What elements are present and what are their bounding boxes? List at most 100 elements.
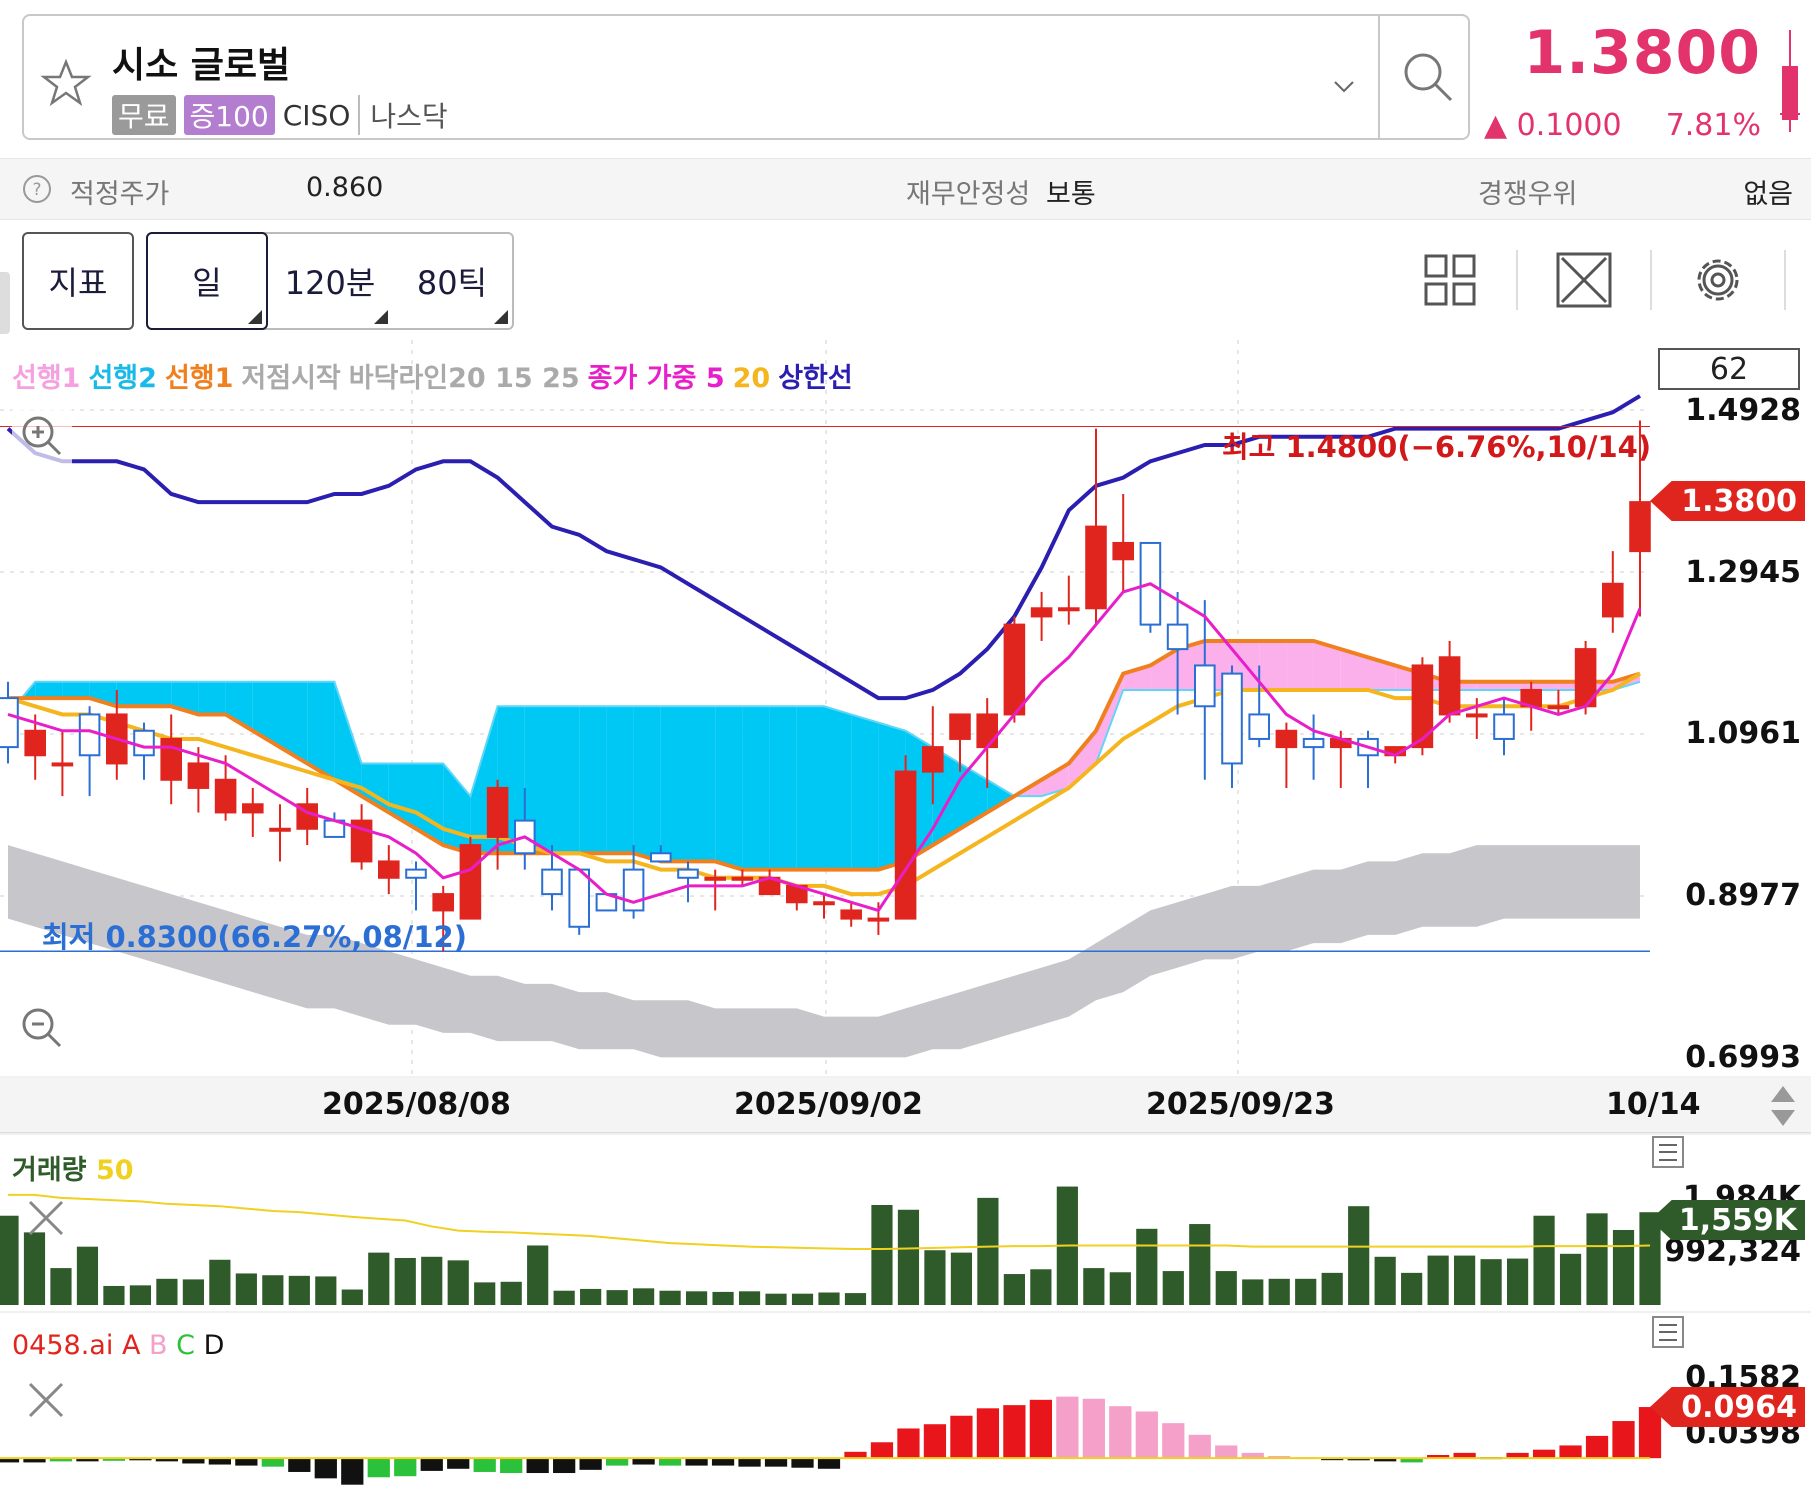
volume-title: 거래량 bbox=[12, 1155, 87, 1186]
chevron-down-icon[interactable] bbox=[1329, 71, 1359, 101]
indicator-button[interactable]: 지표 bbox=[22, 232, 134, 330]
y-tick-label: 0.8977 bbox=[1685, 878, 1801, 913]
toolbar-divider bbox=[1650, 250, 1652, 310]
volume-bar bbox=[527, 1245, 549, 1305]
fair-price-value: 0.860 bbox=[306, 172, 384, 203]
volume-bar bbox=[0, 1215, 19, 1305]
candle-body bbox=[1438, 656, 1461, 716]
x-tick-label: 2025/09/23 bbox=[1146, 1087, 1335, 1122]
exchange-name: 나스닥 bbox=[358, 95, 448, 135]
ai-bar bbox=[1109, 1406, 1132, 1459]
volume-bar bbox=[897, 1209, 920, 1305]
cloud-segment bbox=[552, 706, 580, 854]
ai-bar bbox=[394, 1458, 417, 1477]
period-day-label: 일 bbox=[192, 264, 222, 302]
current-price: 1.3800 bbox=[1523, 18, 1761, 88]
ai-bar bbox=[791, 1458, 814, 1468]
ai-bar bbox=[447, 1458, 470, 1469]
y-axis-value-box[interactable]: 62 bbox=[1658, 348, 1800, 390]
side-drawer-handle[interactable] bbox=[0, 272, 10, 334]
cloud-segment bbox=[579, 706, 607, 854]
volume-menu-icon[interactable] bbox=[1652, 1136, 1684, 1168]
ai-bar bbox=[1585, 1435, 1609, 1459]
gear-icon[interactable] bbox=[1688, 250, 1748, 310]
help-icon[interactable]: ? bbox=[22, 174, 52, 204]
zoom-out-icon[interactable] bbox=[12, 998, 72, 1058]
cloud-segment bbox=[62, 681, 90, 699]
favorite-star-icon[interactable] bbox=[38, 56, 94, 112]
candle-body bbox=[1602, 582, 1624, 618]
ai-bar bbox=[1532, 1449, 1556, 1459]
cloud-segment bbox=[769, 706, 797, 870]
volume-bar bbox=[1533, 1215, 1555, 1305]
ai-bar bbox=[526, 1458, 549, 1474]
candle-body bbox=[51, 762, 74, 767]
ai-bar bbox=[1612, 1421, 1635, 1459]
candle-body bbox=[1248, 713, 1270, 740]
candle-body bbox=[269, 827, 291, 832]
cloud-segment bbox=[633, 706, 661, 862]
ai-bar bbox=[738, 1458, 761, 1467]
zoom-in-icon[interactable] bbox=[12, 406, 72, 466]
candle-body bbox=[894, 770, 917, 920]
volume-bar bbox=[553, 1290, 575, 1305]
volume-bar bbox=[182, 1279, 204, 1305]
legend-close-weighted: 종가 가중 5 bbox=[587, 363, 725, 394]
volume-bar bbox=[1030, 1269, 1052, 1305]
ai-menu-icon[interactable] bbox=[1652, 1316, 1684, 1348]
mini-candle-icon bbox=[1780, 30, 1800, 132]
grid-layout-icon[interactable] bbox=[1420, 250, 1480, 310]
competitive-advantage-value: 없음 bbox=[1743, 179, 1793, 210]
candle-body bbox=[242, 803, 264, 814]
search-button[interactable] bbox=[1378, 14, 1476, 140]
period-selector: 일 120분 80틱 bbox=[146, 232, 514, 330]
candle-body bbox=[187, 762, 210, 789]
volume-bar bbox=[1295, 1278, 1317, 1305]
volume-bar bbox=[950, 1252, 973, 1305]
candle-body bbox=[1275, 729, 1298, 749]
toolbar-divider bbox=[1784, 250, 1786, 310]
legend-lead1-pink: 선행1 bbox=[12, 363, 81, 394]
candle-body bbox=[867, 917, 890, 922]
volume-bar bbox=[1242, 1279, 1264, 1305]
period-80tick-button[interactable]: 80틱 bbox=[392, 234, 512, 328]
candle-body bbox=[160, 737, 182, 781]
cloud-segment bbox=[851, 714, 879, 870]
volume-ma-line bbox=[8, 1193, 1651, 1251]
candle-body bbox=[840, 909, 862, 920]
indicator-legend[interactable]: 선행1 선행2 선행1 저점시작 바닥라인20 15 25 종가 가중 5 20 상한선 bbox=[12, 356, 861, 395]
ai-bar bbox=[1003, 1405, 1026, 1459]
y-tick-label: 1.0961 bbox=[1685, 716, 1801, 751]
volume-bar bbox=[685, 1291, 708, 1305]
candle-body bbox=[1466, 713, 1488, 718]
cloud-segment bbox=[824, 706, 852, 870]
close-icon[interactable] bbox=[24, 1196, 68, 1240]
period-day-button[interactable]: 일 bbox=[146, 232, 268, 330]
period-120min-button[interactable]: 120분 bbox=[268, 234, 392, 328]
volume-bar bbox=[235, 1273, 257, 1305]
ai-title: 0458.ai bbox=[12, 1330, 114, 1361]
cloud-segment bbox=[1286, 640, 1314, 690]
ai-bar bbox=[1215, 1445, 1238, 1459]
price-change-percent: 7.81% bbox=[1665, 108, 1761, 143]
axis-scroll-icon[interactable] bbox=[1768, 1084, 1798, 1128]
volume-bar bbox=[315, 1276, 337, 1305]
y-tick-label: 1.4928 bbox=[1685, 393, 1801, 428]
volume-bar bbox=[1162, 1271, 1184, 1305]
volume-bar bbox=[765, 1293, 787, 1305]
volume-bar bbox=[924, 1250, 946, 1305]
candle-body bbox=[1302, 737, 1325, 749]
volume-bar bbox=[1559, 1253, 1582, 1305]
stock-search-header[interactable]: 시소 글로벌 무료 증100 CISO 나스닥 bbox=[22, 14, 1470, 140]
volume-bar bbox=[1083, 1268, 1105, 1305]
candle-body bbox=[949, 713, 971, 740]
candle-body bbox=[731, 876, 754, 881]
ai-panel-title: 0458.ai A B C D bbox=[12, 1330, 224, 1361]
volume-bar bbox=[1480, 1259, 1502, 1305]
close-icon[interactable] bbox=[24, 1378, 68, 1422]
expand-icon[interactable] bbox=[1554, 250, 1614, 310]
price-change: ▲ 0.1000 bbox=[1484, 108, 1622, 143]
legend-lead1-orange: 선행1 bbox=[164, 363, 234, 394]
ai-bar bbox=[367, 1458, 390, 1478]
volume-bar bbox=[1454, 1255, 1476, 1305]
